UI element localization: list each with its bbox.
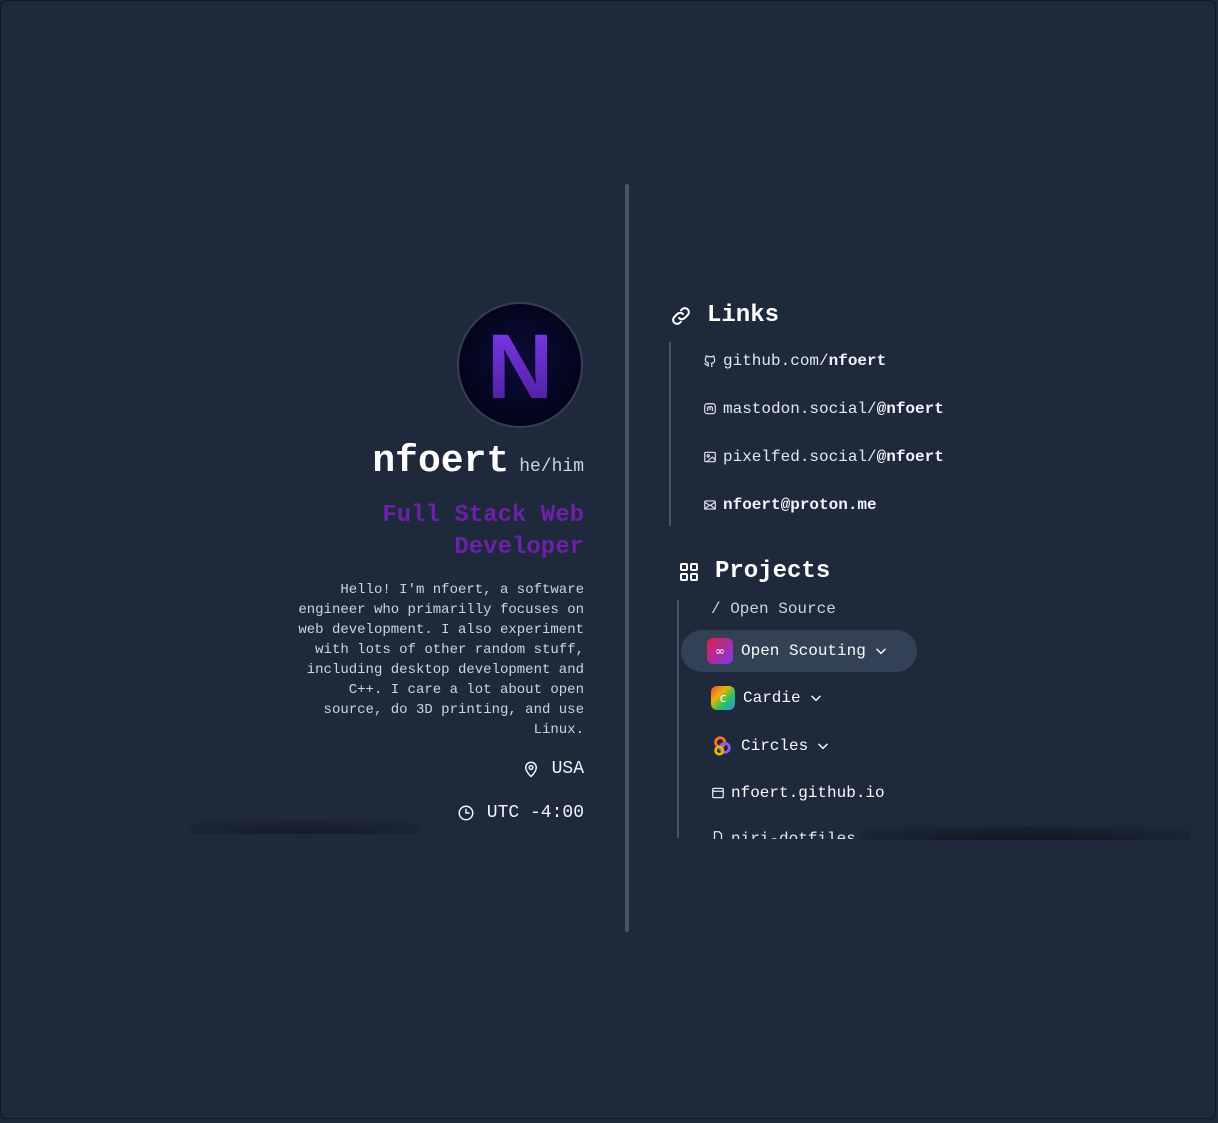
grid-icon (680, 562, 698, 581)
link-mastodon-handle: @nfoert (876, 400, 944, 418)
project-dotfiles[interactable]: niri-dotfiles (711, 830, 856, 839)
map-pin-icon (524, 761, 537, 778)
projects-title: Projects (715, 558, 831, 585)
profile-role: Full Stack Web Developer (382, 502, 584, 561)
links-heading: Links (669, 302, 779, 329)
link-mastodon[interactable]: mastodon.social/@nfoert (703, 400, 944, 418)
link-github[interactable]: github.com/nfoert (703, 352, 886, 370)
location-text: USA (551, 759, 584, 779)
shadow (190, 820, 420, 834)
page-frame (0, 0, 1216, 1119)
github-icon (704, 355, 716, 368)
column-divider (625, 184, 629, 932)
clock-icon (458, 805, 474, 821)
file-icon (713, 831, 723, 839)
mastodon-icon (704, 403, 716, 415)
avatar-letter: N (486, 316, 554, 418)
project-cardie[interactable]: c Cardie (711, 686, 823, 710)
projects-rail (677, 600, 679, 838)
projects-heading: Projects (677, 558, 830, 585)
project-open-scouting[interactable]: ∞ Open Scouting (707, 638, 888, 664)
location-row: USA (522, 759, 584, 779)
project-cardie-label: Cardie (743, 689, 801, 707)
project-circles-label: Circles (741, 737, 809, 755)
name-row: nfoert he/him (372, 440, 584, 483)
link-email[interactable]: nfoert@proton.me (703, 496, 877, 514)
scroll-shadow (860, 826, 1190, 840)
circles-icon (714, 736, 731, 756)
project-open-scouting-label: Open Scouting (741, 642, 866, 660)
chevron-down-icon[interactable] (816, 739, 830, 753)
chevron-down-icon[interactable] (874, 644, 888, 658)
link-email-handle: nfoert@proton.me (723, 496, 877, 514)
project-circles[interactable]: Circles (711, 734, 830, 758)
profile-name: nfoert (372, 440, 510, 483)
browser-icon (712, 787, 724, 799)
project-website[interactable]: nfoert.github.io (711, 784, 885, 802)
links-title: Links (707, 302, 780, 329)
binoculars-icon: ∞ (707, 638, 733, 664)
avatar: N (457, 302, 583, 428)
project-website-label: nfoert.github.io (731, 784, 885, 802)
link-pixelfed[interactable]: pixelfed.social/@nfoert (703, 448, 944, 466)
cardie-icon: c (711, 686, 735, 710)
link-pixelfed-prefix: pixelfed.social/ (723, 448, 877, 466)
profile-bio: Hello! I'm nfoert, a software engineer w… (298, 582, 584, 738)
link-mastodon-prefix: mastodon.social/ (723, 400, 877, 418)
project-dotfiles-label: niri-dotfiles (731, 830, 856, 839)
profile-pronouns: he/him (519, 457, 584, 477)
timezone-text: UTC -4:00 (486, 803, 584, 823)
links-rail (669, 342, 671, 526)
link-github-prefix: github.com/ (723, 352, 829, 370)
timezone-row: UTC -4:00 (457, 803, 584, 823)
link-icon (672, 306, 690, 325)
projects-category: / Open Source (711, 600, 836, 618)
mail-icon (704, 500, 716, 510)
link-github-handle: nfoert (828, 352, 887, 370)
image-icon (704, 451, 716, 463)
chevron-down-icon[interactable] (809, 691, 823, 705)
link-pixelfed-handle: @nfoert (876, 448, 944, 466)
